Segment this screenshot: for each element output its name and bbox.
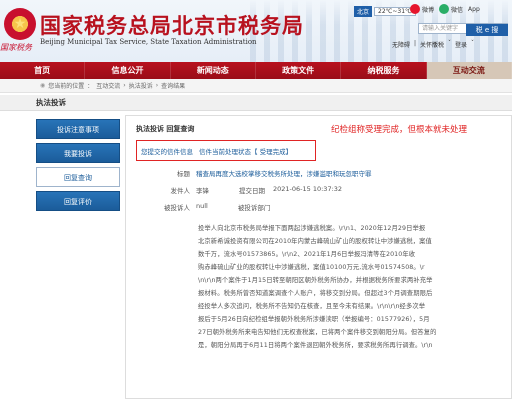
status-label: 您提交的信件信息: [141, 147, 193, 156]
breadcrumb: ◉ 您当前的位置： 互动交流 › 执法投诉 › 查询结果: [0, 79, 512, 93]
personal-tax-link[interactable]: 个税: [432, 40, 444, 49]
sidebar: 投诉注意事项 我要投诉 回复查询 回复评价: [36, 119, 120, 399]
complaint-body: 投举人向北京市税务局举报下面两起涉嫌逃税案。\r\n1、2020年12月29日举…: [198, 225, 437, 349]
weather-widget: 北京 22℃~31℃: [354, 6, 416, 17]
sidebar-item-submit[interactable]: 我要投诉: [36, 143, 120, 163]
breadcrumb-complaint[interactable]: 执法投诉: [129, 81, 153, 90]
chevron-down-icon: ˇ: [448, 40, 452, 47]
field-sender-value: 李锋: [196, 187, 209, 195]
breadcrumb-result: 查询结果: [161, 83, 186, 90]
site-title-en: Beijing Municipal Tax Service, State Tax…: [40, 38, 257, 46]
sidebar-item-reply-rating[interactable]: 回复评价: [36, 191, 120, 211]
nav-service[interactable]: 纳税服务: [341, 62, 427, 79]
login-links: 个税 ˇ 登录 ˇ: [432, 40, 474, 49]
login-link[interactable]: 登录: [455, 40, 467, 49]
breadcrumb-interaction[interactable]: 互动交流: [96, 81, 120, 90]
nav-interaction[interactable]: 互动交流: [426, 62, 512, 79]
main-area: 投诉注意事项 我要投诉 回复查询 回复评价 执法投诉 回复查询 纪检组称受理完成…: [0, 111, 512, 399]
wechat-link[interactable]: 微信: [439, 4, 463, 14]
nav-info[interactable]: 信息公开: [85, 62, 171, 79]
social-links: 微博 微信 App: [410, 4, 480, 14]
logo-caption: 国家税务: [0, 43, 32, 52]
field-row-sender: 发件人 李锋 提交日期 2021-06-15 10:37:32: [170, 185, 343, 195]
chevron-down-icon: ˇ: [471, 40, 475, 47]
field-date-value: 2021-06-15 10:37:32: [273, 185, 343, 193]
search-button[interactable]: 税 e 搜: [466, 24, 508, 36]
accessibility-link[interactable]: 无障碍: [392, 40, 410, 49]
sidebar-item-reply-query[interactable]: 回复查询: [36, 167, 120, 187]
field-title-value: 稽查局再度大选校掌移交税务所处理，涉嫌滥职和玩忽职守罪: [196, 170, 372, 178]
field-department-label: 被投诉部门: [237, 204, 271, 212]
site-header: ★ 国家税务 国家税务总局北京市税务局 Beijing Municipal Ta…: [0, 0, 512, 62]
status-box: 您提交的信件信息 信件当前处理状态【 受理完成】: [136, 140, 316, 161]
app-link[interactable]: App: [468, 4, 480, 14]
wechat-icon: [439, 4, 450, 14]
sidebar-item-notice[interactable]: 投诉注意事项: [36, 119, 120, 139]
nav-home[interactable]: 首页: [0, 62, 86, 79]
result-panel: 执法投诉 回复查询 纪检组称受理完成，但根本就未处理 您提交的信件信息 信件当前…: [125, 115, 512, 399]
field-row-title: 标题 稽查局再度大选校掌移交税务所处理，涉嫌滥职和玩忽职守罪: [136, 168, 501, 178]
field-date-label: 提交日期: [239, 187, 265, 195]
field-target-value: null: [196, 202, 208, 210]
tax-emblem-icon: ★: [4, 8, 36, 40]
annotation-text: 纪检组称受理完成，但根本就未处理: [331, 125, 468, 135]
section-title: 执法投诉: [0, 95, 512, 111]
weather-city: 北京: [354, 6, 373, 17]
weibo-link[interactable]: 微博: [410, 4, 434, 14]
nav-news[interactable]: 新闻动态: [171, 62, 256, 79]
site-title[interactable]: 国家税务总局北京市税务局: [40, 10, 304, 40]
weibo-icon: [410, 4, 420, 14]
field-row-target: 被投诉人 null 被投诉部门: [164, 202, 271, 212]
main-nav: 首页 信息公开 新闻动态 政策文件 纳税服务 互动交流: [0, 62, 512, 79]
nav-policy[interactable]: 政策文件: [256, 62, 342, 79]
location-pin-icon: ◉: [40, 82, 46, 89]
status-text: 信件当前处理状态【 受理完成】: [199, 147, 293, 156]
